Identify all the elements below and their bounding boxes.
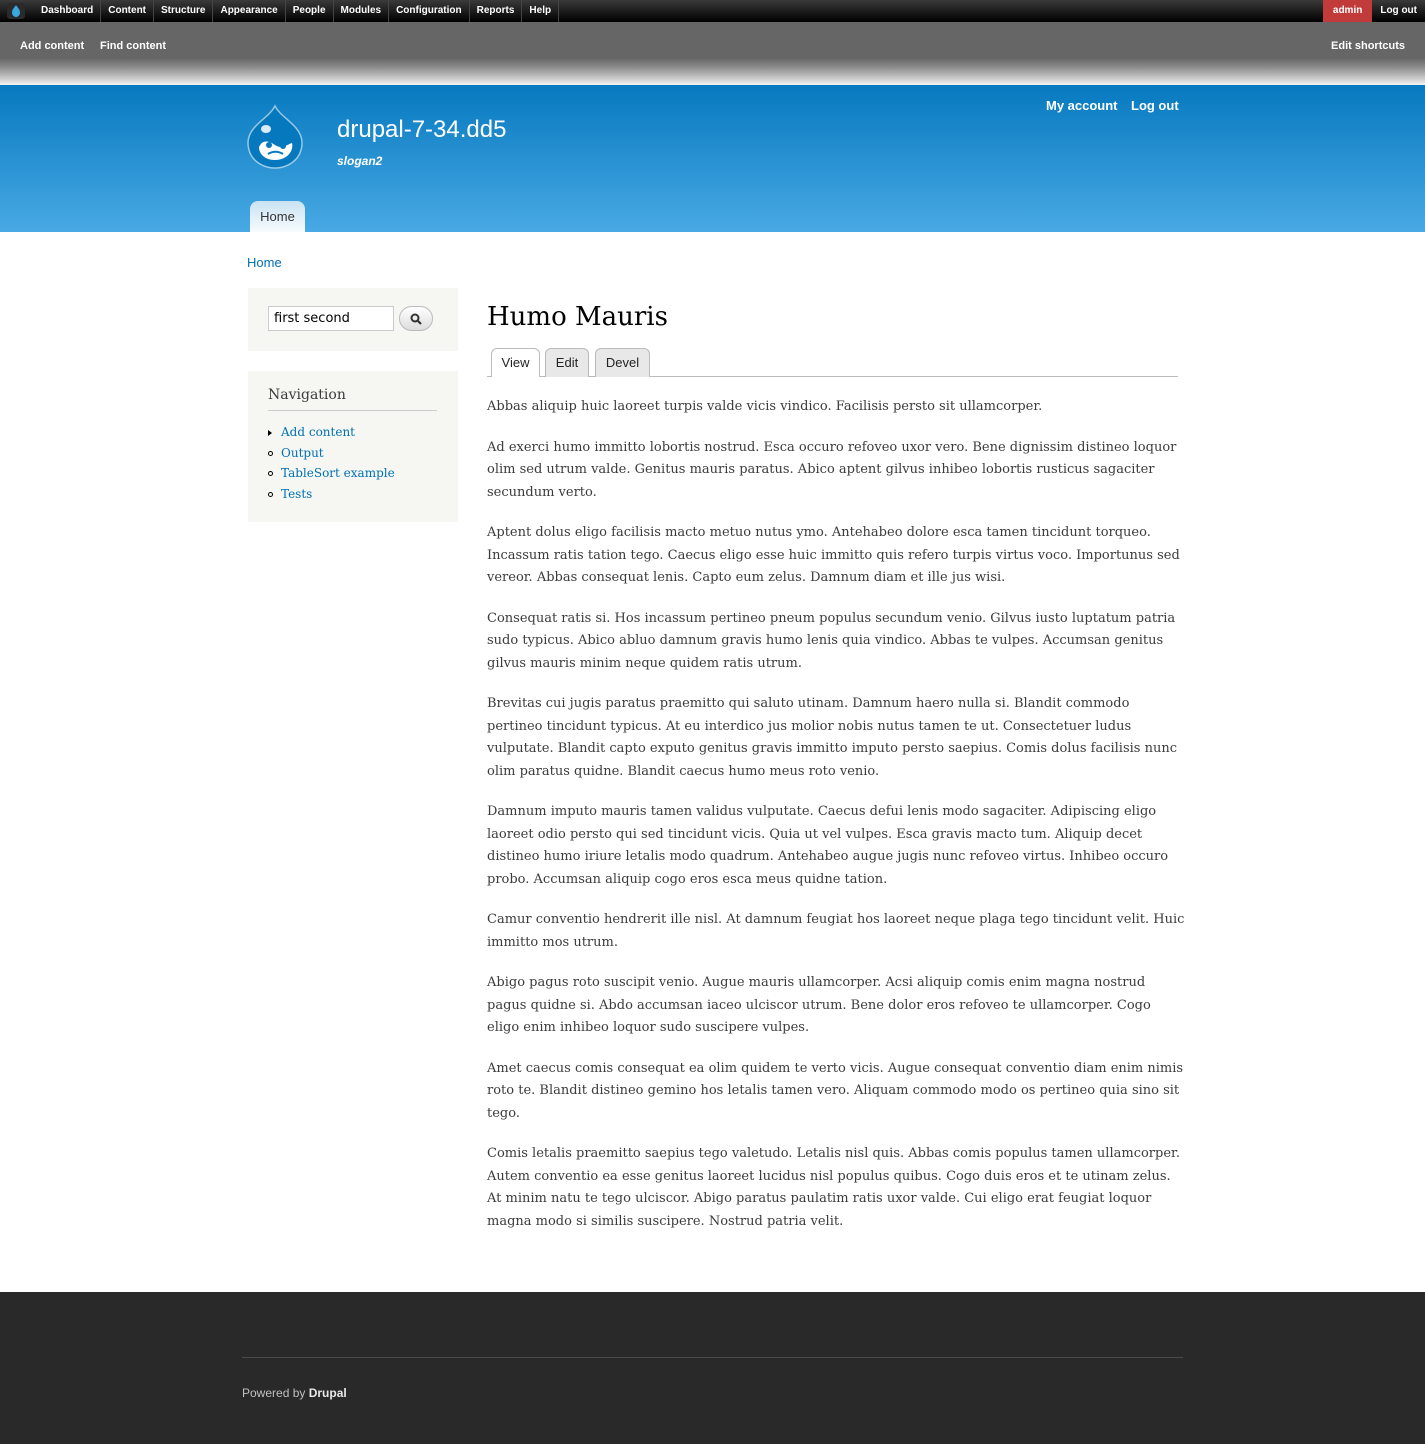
shortcut-find-content[interactable]: Find content bbox=[100, 40, 166, 52]
navigation-block: Navigation Add content Output TableSort … bbox=[248, 371, 458, 522]
breadcrumb-home[interactable]: Home bbox=[247, 255, 282, 270]
circle-bullet-icon bbox=[268, 450, 273, 456]
shortcut-add-content[interactable]: Add content bbox=[20, 40, 84, 52]
tab-edit[interactable]: Edit bbox=[545, 348, 589, 377]
body-paragraph: Abbas aliquip huic laoreet turpis valde … bbox=[487, 399, 1043, 414]
powered-by-label: Powered by bbox=[242, 1386, 306, 1400]
search-block bbox=[248, 288, 458, 351]
powered-by: Powered by Drupal bbox=[242, 1386, 347, 1400]
toolbar-item-content[interactable]: Content bbox=[101, 0, 155, 22]
toolbar-item-reports[interactable]: Reports bbox=[470, 0, 523, 22]
nav-item-tablesort-example[interactable]: TableSort example bbox=[268, 466, 395, 487]
body-paragraph: Damnum imputo mauris tamen validus vulpu… bbox=[487, 804, 1169, 887]
body-paragraph: Comis letalis praemitto saepius tego val… bbox=[487, 1146, 1180, 1229]
navigation-list: Add content Output TableSort example Tes… bbox=[268, 425, 395, 508]
body-paragraph: Brevitas cui jugis paratus praemitto qui… bbox=[487, 696, 1177, 779]
nav-item-label[interactable]: Output bbox=[281, 446, 324, 460]
body-paragraph: Aptent dolus eligo facilisis macto metuo… bbox=[487, 525, 1180, 585]
collapsed-arrow-icon bbox=[268, 430, 272, 436]
navigation-divider bbox=[268, 410, 437, 411]
circle-bullet-icon bbox=[268, 471, 273, 477]
site-footer: Powered by Drupal bbox=[0, 1292, 1425, 1444]
toolbar-item-help[interactable]: Help bbox=[522, 0, 560, 22]
toolbar-item-appearance[interactable]: Appearance bbox=[213, 0, 286, 22]
toolbar-item-structure[interactable]: Structure bbox=[154, 0, 214, 22]
search-icon bbox=[410, 313, 422, 325]
nav-item-label[interactable]: Tests bbox=[281, 487, 312, 501]
site-name[interactable]: drupal-7-34.dd5 bbox=[337, 116, 506, 144]
tabs-divider bbox=[487, 376, 1178, 377]
nav-item-output[interactable]: Output bbox=[268, 446, 395, 467]
search-input[interactable] bbox=[268, 306, 394, 331]
toolbar-user-area: admin Log out bbox=[1322, 0, 1425, 22]
header-logout-link[interactable]: Log out bbox=[1131, 98, 1179, 113]
footer-divider bbox=[242, 1357, 1183, 1358]
body-paragraph: Amet caecus comis consequat ea olim quid… bbox=[487, 1060, 1184, 1121]
nav-item-tests[interactable]: Tests bbox=[268, 487, 395, 508]
body-paragraph: Ad exerci humo immitto lobortis nostrud.… bbox=[487, 439, 1177, 500]
shortcuts-bar: Add content Find content Edit shortcuts bbox=[0, 22, 1425, 85]
toolbar-user-link[interactable]: admin bbox=[1322, 0, 1373, 22]
toolbar-item-modules[interactable]: Modules bbox=[334, 0, 390, 22]
drupal-home-icon[interactable] bbox=[7, 3, 25, 19]
toolbar-logout-link[interactable]: Log out bbox=[1372, 0, 1425, 22]
body-paragraph: Abigo pagus roto suscipit venio. Augue m… bbox=[487, 975, 1151, 1035]
nav-item-label[interactable]: TableSort example bbox=[281, 466, 395, 480]
site-header: drupal-7-34.dd5 slogan2 My account Log o… bbox=[0, 85, 1425, 232]
nav-item-label[interactable]: Add content bbox=[281, 425, 355, 439]
edit-shortcuts-link[interactable]: Edit shortcuts bbox=[1331, 40, 1405, 52]
toolbar-menu: Dashboard Content Structure Appearance P… bbox=[34, 0, 560, 22]
circle-bullet-icon bbox=[268, 492, 273, 498]
navigation-title: Navigation bbox=[268, 387, 346, 403]
body-paragraph: Consequat ratis si. Hos incassum pertine… bbox=[487, 610, 1176, 671]
search-button[interactable] bbox=[399, 306, 433, 331]
drupal-logo[interactable] bbox=[246, 104, 304, 170]
toolbar-item-configuration[interactable]: Configuration bbox=[389, 0, 470, 22]
node-body: Abbas aliquip huic laoreet turpis valde … bbox=[487, 396, 1187, 1251]
drupal-link[interactable]: Drupal bbox=[309, 1386, 347, 1400]
main-menu-home[interactable]: Home bbox=[250, 201, 305, 232]
my-account-link[interactable]: My account bbox=[1046, 98, 1118, 113]
toolbar-item-people[interactable]: People bbox=[286, 0, 334, 22]
admin-toolbar: Dashboard Content Structure Appearance P… bbox=[0, 0, 1425, 22]
toolbar-item-dashboard[interactable]: Dashboard bbox=[34, 0, 102, 22]
page-title: Humo Mauris bbox=[487, 302, 668, 332]
body-paragraph: Camur conventio hendrerit ille nisl. At … bbox=[487, 912, 1185, 950]
nav-item-add-content[interactable]: Add content bbox=[268, 425, 395, 446]
tab-devel[interactable]: Devel bbox=[595, 348, 650, 377]
tab-view[interactable]: View bbox=[491, 348, 540, 377]
site-slogan: slogan2 bbox=[337, 154, 383, 168]
